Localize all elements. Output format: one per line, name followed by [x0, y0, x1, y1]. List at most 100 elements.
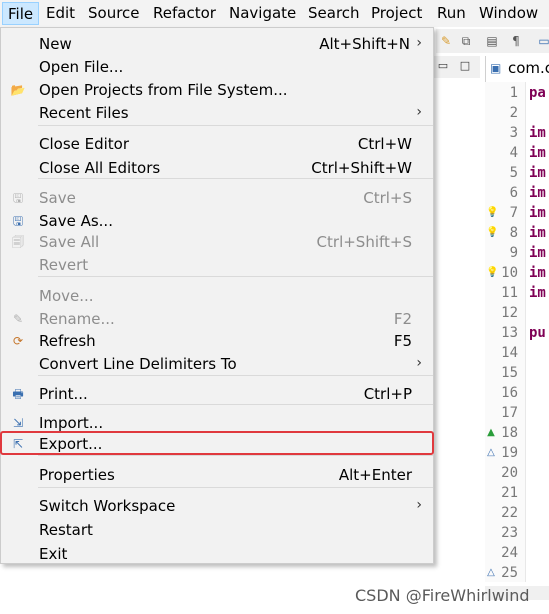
editor-tab-label: com.c: [508, 59, 549, 77]
menu-item-label: New: [39, 35, 72, 53]
menu-item-label: Rename...: [39, 310, 115, 328]
menu-item-label: Restart: [39, 521, 93, 539]
menu-item-restart[interactable]: Restart: [2, 518, 432, 541]
menu-item-shortcut: Ctrl+S: [363, 189, 412, 207]
menu-item-switch-workspace[interactable]: Switch Workspace ›: [2, 494, 432, 517]
menu-window[interactable]: Window: [474, 2, 543, 25]
menu-run[interactable]: Run: [432, 2, 471, 25]
console-icon[interactable]: ▭: [536, 33, 549, 49]
submenu-arrow-icon: ›: [416, 355, 422, 371]
pencil-icon[interactable]: ✎: [438, 33, 454, 49]
menu-separator: [38, 125, 433, 126]
menu-item-print[interactable]: 🖶 Print... Ctrl+P: [2, 382, 432, 405]
menu-item-label: Refresh: [39, 332, 96, 350]
warning-marker-icon[interactable]: 💡: [486, 267, 498, 279]
menu-item-shortcut: Ctrl+Shift+W: [311, 159, 412, 177]
menu-bar: File Edit Source Refactor Navigate Search Proj…: [0, 0, 549, 27]
menu-item-save-as[interactable]: 🖫 Save As...: [2, 209, 432, 232]
override-marker-icon[interactable]: ▲: [486, 427, 496, 439]
menu-separator: [38, 455, 433, 456]
menu-item-label: Save: [39, 189, 76, 207]
page-icon[interactable]: ▤: [484, 33, 500, 49]
menu-item-new[interactable]: New Alt+Shift+N ›: [2, 32, 432, 55]
menu-item-label: Import...: [39, 414, 104, 432]
main-toolbar: ✎ ⧉ ▤ ¶ ▭: [436, 29, 549, 53]
menu-item-exit[interactable]: Exit: [2, 542, 432, 565]
menu-item-label: Convert Line Delimiters To: [39, 355, 237, 373]
menu-separator: [38, 404, 433, 405]
menu-file[interactable]: File: [2, 2, 40, 25]
refresh-icon: ⟳: [12, 334, 24, 348]
line-number: 24: [501, 545, 518, 561]
menu-item-rename[interactable]: ✎ Rename... F2: [2, 307, 432, 330]
menu-refactor[interactable]: Refactor: [148, 2, 221, 25]
override-marker-icon[interactable]: △: [486, 567, 496, 579]
menu-search[interactable]: Search: [303, 2, 365, 25]
override-marker-icon[interactable]: △: [486, 447, 496, 459]
line-number: 17: [501, 405, 518, 421]
menu-item-label: Open File...: [39, 58, 124, 76]
code-line: im: [529, 165, 546, 181]
menu-item-shortcut: Ctrl+W: [357, 135, 412, 153]
line-number: 13: [501, 325, 518, 341]
code-line: im: [529, 225, 546, 241]
menu-source[interactable]: Source: [83, 2, 145, 25]
import-icon: ⇲: [12, 416, 24, 430]
menu-item-label: Save All: [39, 233, 100, 251]
java-file-icon: ▣: [490, 61, 502, 75]
menu-item-label: Exit: [39, 545, 68, 563]
line-number: 14: [501, 345, 518, 361]
warning-marker-icon[interactable]: 💡: [486, 227, 498, 239]
menu-item-recent-files[interactable]: Recent Files ›: [2, 101, 432, 124]
menu-item-refresh[interactable]: ⟳ Refresh F5: [2, 329, 432, 352]
line-number-gutter: 1 2 3 4 5 6 7 8 9 10 11 12 13 14 15 16 17 18 19 20 21 22 23 24 2…: [485, 82, 526, 582]
view-toolbar: ▭ □: [430, 56, 480, 78]
menu-item-shortcut: Alt+Enter: [338, 466, 412, 484]
code-line: pa: [529, 85, 546, 101]
print-icon: 🖶: [12, 387, 24, 401]
menu-item-revert[interactable]: Revert: [2, 253, 432, 276]
menu-separator: [38, 487, 433, 488]
menu-item-close-all-editors[interactable]: Close All Editors Ctrl+Shift+W: [2, 156, 432, 179]
menu-item-save-all[interactable]: 🗐 Save All Ctrl+Shift+S: [2, 230, 432, 253]
line-number: 15: [501, 365, 518, 381]
menu-item-label: Revert: [39, 256, 89, 274]
menu-item-label: Switch Workspace: [39, 497, 176, 515]
editor-tab[interactable]: ▣ com.c: [485, 56, 549, 82]
menu-item-properties[interactable]: Properties Alt+Enter: [2, 463, 432, 486]
menu-navigate[interactable]: Navigate: [224, 2, 301, 25]
menu-project[interactable]: Project: [366, 2, 427, 25]
menu-item-convert-line-delimiters-to[interactable]: Convert Line Delimiters To ›: [2, 352, 432, 375]
file-menu-dropdown: New Alt+Shift+N › Open File... 📂 Open Project…: [0, 27, 434, 564]
submenu-arrow-icon: ›: [416, 35, 422, 51]
menu-item-open-projects-from-file-system[interactable]: 📂 Open Projects from File System...: [2, 78, 432, 101]
menu-edit[interactable]: Edit: [41, 2, 80, 25]
line-number: 6: [509, 185, 518, 201]
minimize-icon[interactable]: ▭: [436, 59, 450, 73]
code-line: im: [529, 205, 546, 221]
menu-item-save[interactable]: 🖫 Save Ctrl+S: [2, 186, 432, 209]
submenu-arrow-icon: ›: [416, 104, 422, 120]
menu-item-close-editor[interactable]: Close Editor Ctrl+W: [2, 132, 432, 155]
menu-item-move[interactable]: Move...: [2, 284, 432, 307]
line-number: 12: [501, 305, 518, 321]
export-highlight-box: [0, 431, 434, 455]
menu-separator: [38, 178, 433, 179]
line-number: 3: [509, 125, 518, 141]
save-all-icon: 🗐: [12, 235, 24, 249]
line-number: 5: [509, 165, 518, 181]
menu-item-label: Close All Editors: [39, 159, 161, 177]
line-number: 20: [501, 465, 518, 481]
code-line: im: [529, 145, 546, 161]
link-icon[interactable]: ⧉: [458, 33, 474, 49]
paragraph-icon[interactable]: ¶: [508, 33, 524, 49]
code-line: im: [529, 185, 546, 201]
menu-item-label: Move...: [39, 287, 94, 305]
code-line: im: [529, 245, 546, 261]
maximize-icon[interactable]: □: [458, 59, 472, 73]
warning-marker-icon[interactable]: 💡: [486, 207, 498, 219]
menu-separator: [38, 375, 433, 376]
line-number: 1: [509, 85, 518, 101]
line-number: 4: [509, 145, 518, 161]
menu-item-open-file[interactable]: Open File...: [2, 55, 432, 78]
